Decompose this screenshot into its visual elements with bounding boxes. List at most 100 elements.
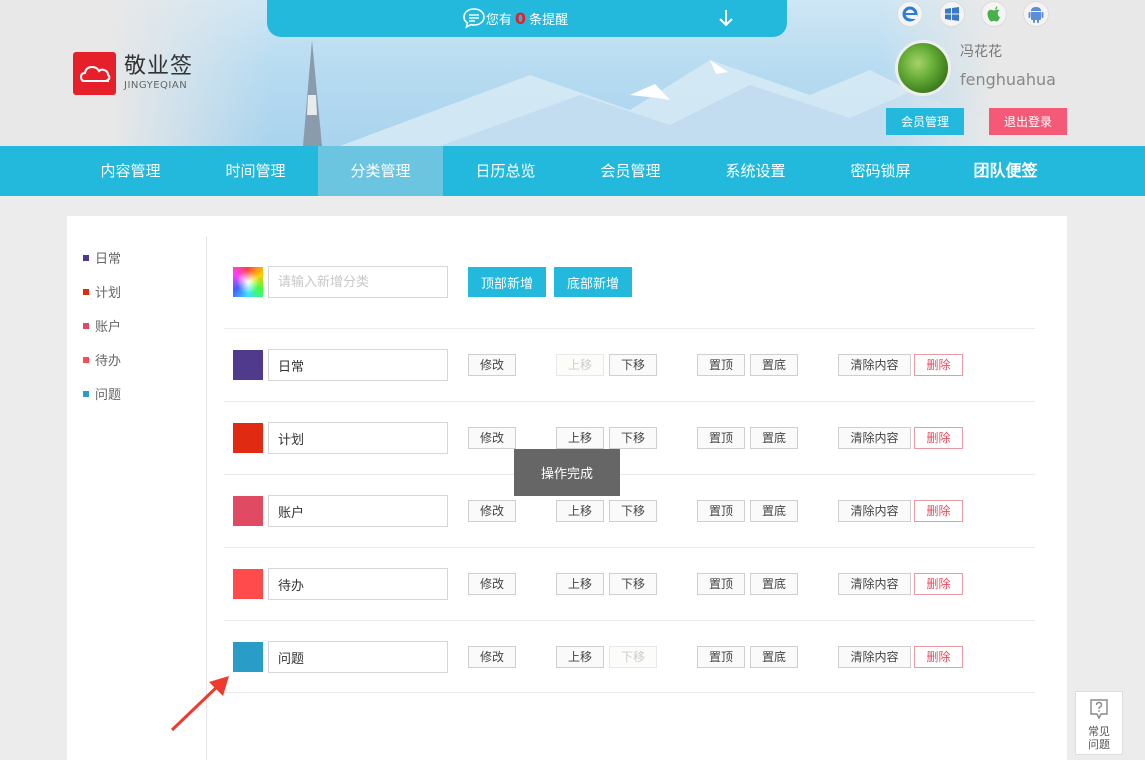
clear-content-button[interactable]: 清除内容 bbox=[838, 354, 911, 376]
color-dot bbox=[83, 288, 89, 295]
cloud-logo-icon bbox=[73, 52, 116, 95]
sidebar-item-account[interactable]: 账户 bbox=[83, 316, 121, 335]
nav-lock[interactable]: 密码锁屏 bbox=[818, 146, 943, 196]
color-swatch[interactable] bbox=[233, 423, 263, 453]
faq-label-line2: 问题 bbox=[1088, 738, 1110, 751]
delete-button[interactable]: 删除 bbox=[914, 573, 963, 595]
color-dot bbox=[83, 254, 89, 261]
edit-button[interactable]: 修改 bbox=[468, 646, 516, 668]
category-row: 修改 上移 下移 置顶 置底 清除内容 删除 bbox=[224, 547, 1035, 620]
sidebar-item-issue[interactable]: 问题 bbox=[83, 384, 121, 403]
nav-time[interactable]: 时间管理 bbox=[193, 146, 318, 196]
sidebar-item-plan[interactable]: 计划 bbox=[83, 282, 121, 301]
delete-button[interactable]: 删除 bbox=[914, 500, 963, 522]
logo[interactable]: 敬业签 JINGYEQIAN bbox=[73, 52, 193, 95]
category-name-input[interactable] bbox=[268, 641, 448, 673]
clear-content-button[interactable]: 清除内容 bbox=[838, 646, 911, 668]
delete-button[interactable]: 删除 bbox=[914, 646, 963, 668]
category-row: 修改 上移 下移 置顶 置底 清除内容 删除 bbox=[224, 328, 1035, 401]
color-swatch[interactable] bbox=[233, 350, 263, 380]
move-down-button[interactable]: 下移 bbox=[609, 500, 657, 522]
nav-settings[interactable]: 系统设置 bbox=[693, 146, 818, 196]
add-bottom-button[interactable]: 底部新增 bbox=[554, 267, 632, 297]
move-up-button[interactable]: 上移 bbox=[556, 354, 604, 376]
header: 敬业签 JINGYEQIAN 您有 0 条提醒 冯花花 fenghuahua 会… bbox=[0, 0, 1145, 146]
color-swatch[interactable] bbox=[233, 642, 263, 672]
question-icon bbox=[1090, 699, 1108, 720]
nav-member[interactable]: 会员管理 bbox=[568, 146, 693, 196]
move-down-button[interactable]: 下移 bbox=[609, 354, 657, 376]
sidebar-item-label: 问题 bbox=[95, 388, 122, 403]
member-management-button[interactable]: 会员管理 bbox=[886, 108, 964, 135]
color-swatch[interactable] bbox=[233, 496, 263, 526]
pin-top-button[interactable]: 置顶 bbox=[697, 427, 745, 449]
logout-button[interactable]: 退出登录 bbox=[989, 108, 1067, 135]
edit-button[interactable]: 修改 bbox=[468, 427, 516, 449]
new-category-input[interactable] bbox=[268, 266, 448, 298]
move-down-button[interactable]: 下移 bbox=[609, 646, 657, 668]
sidebar-item-daily[interactable]: 日常 bbox=[83, 248, 121, 267]
avatar[interactable] bbox=[895, 40, 951, 96]
category-name-input[interactable] bbox=[268, 349, 448, 381]
logo-subtitle: JINGYEQIAN bbox=[124, 79, 188, 91]
faq-label-line1: 常见 bbox=[1088, 725, 1110, 738]
color-dot bbox=[83, 322, 89, 329]
pin-bottom-button[interactable]: 置底 bbox=[750, 500, 798, 522]
toast-message: 操作完成 bbox=[514, 449, 620, 496]
move-up-button[interactable]: 上移 bbox=[556, 427, 604, 449]
pin-bottom-button[interactable]: 置底 bbox=[750, 354, 798, 376]
username-cn: 冯花花 bbox=[960, 44, 1002, 60]
category-name-input[interactable] bbox=[268, 568, 448, 600]
arrow-down-icon[interactable] bbox=[717, 8, 735, 28]
color-picker[interactable] bbox=[233, 267, 263, 297]
move-down-button[interactable]: 下移 bbox=[609, 427, 657, 449]
pin-top-button[interactable]: 置顶 bbox=[697, 500, 745, 522]
category-row: 修改 上移 下移 置顶 置底 清除内容 删除 bbox=[224, 620, 1035, 693]
move-up-button[interactable]: 上移 bbox=[556, 573, 604, 595]
pin-top-button[interactable]: 置顶 bbox=[697, 646, 745, 668]
move-down-button[interactable]: 下移 bbox=[609, 573, 657, 595]
move-up-button[interactable]: 上移 bbox=[556, 646, 604, 668]
pin-bottom-button[interactable]: 置底 bbox=[750, 646, 798, 668]
category-name-input[interactable] bbox=[268, 495, 448, 527]
reminder-bar[interactable]: 您有 0 条提醒 bbox=[267, 0, 787, 37]
nav-calendar[interactable]: 日历总览 bbox=[443, 146, 568, 196]
pin-bottom-button[interactable]: 置底 bbox=[750, 427, 798, 449]
delete-button[interactable]: 删除 bbox=[914, 354, 963, 376]
sidebar-item-label: 待办 bbox=[95, 354, 122, 369]
color-swatch[interactable] bbox=[233, 569, 263, 599]
nav-content[interactable]: 内容管理 bbox=[68, 146, 193, 196]
clear-content-button[interactable]: 清除内容 bbox=[838, 500, 911, 522]
annotation-arrow-icon bbox=[170, 676, 229, 732]
edit-button[interactable]: 修改 bbox=[468, 573, 516, 595]
clear-content-button[interactable]: 清除内容 bbox=[838, 427, 911, 449]
sidebar-item-todo[interactable]: 待办 bbox=[83, 350, 121, 369]
logo-title: 敬业签 bbox=[124, 53, 194, 79]
edit-button[interactable]: 修改 bbox=[468, 354, 516, 376]
main-nav: 内容管理 时间管理 分类管理 日历总览 会员管理 系统设置 密码锁屏 团队便签 bbox=[0, 146, 1145, 196]
move-up-button[interactable]: 上移 bbox=[556, 500, 604, 522]
category-name-input[interactable] bbox=[268, 422, 448, 454]
color-dot bbox=[83, 356, 89, 363]
category-row: 修改 上移 下移 置顶 置底 清除内容 删除 bbox=[224, 474, 1035, 547]
android-icon[interactable] bbox=[1023, 1, 1049, 27]
clear-content-button[interactable]: 清除内容 bbox=[838, 573, 911, 595]
pin-top-button[interactable]: 置顶 bbox=[697, 573, 745, 595]
pin-top-button[interactable]: 置顶 bbox=[697, 354, 745, 376]
edit-button[interactable]: 修改 bbox=[468, 500, 516, 522]
apple-icon[interactable] bbox=[981, 1, 1007, 27]
category-row: 修改 上移 下移 置顶 置底 清除内容 删除 bbox=[224, 401, 1035, 474]
windows-icon[interactable] bbox=[939, 1, 965, 27]
ie-icon[interactable] bbox=[897, 1, 923, 27]
username-en: fenghuahua bbox=[960, 70, 1056, 89]
add-top-button[interactable]: 顶部新增 bbox=[468, 267, 546, 297]
nav-category[interactable]: 分类管理 bbox=[318, 146, 443, 196]
faq-button[interactable]: 常见 问题 bbox=[1075, 691, 1123, 755]
pin-bottom-button[interactable]: 置底 bbox=[750, 573, 798, 595]
nav-team[interactable]: 团队便签 bbox=[943, 146, 1068, 196]
delete-button[interactable]: 删除 bbox=[914, 427, 963, 449]
reminder-count: 0 bbox=[514, 9, 527, 28]
sidebar-item-label: 计划 bbox=[95, 286, 122, 301]
reminder-suffix: 条提醒 bbox=[529, 13, 569, 28]
chat-bubble-icon bbox=[463, 8, 485, 29]
